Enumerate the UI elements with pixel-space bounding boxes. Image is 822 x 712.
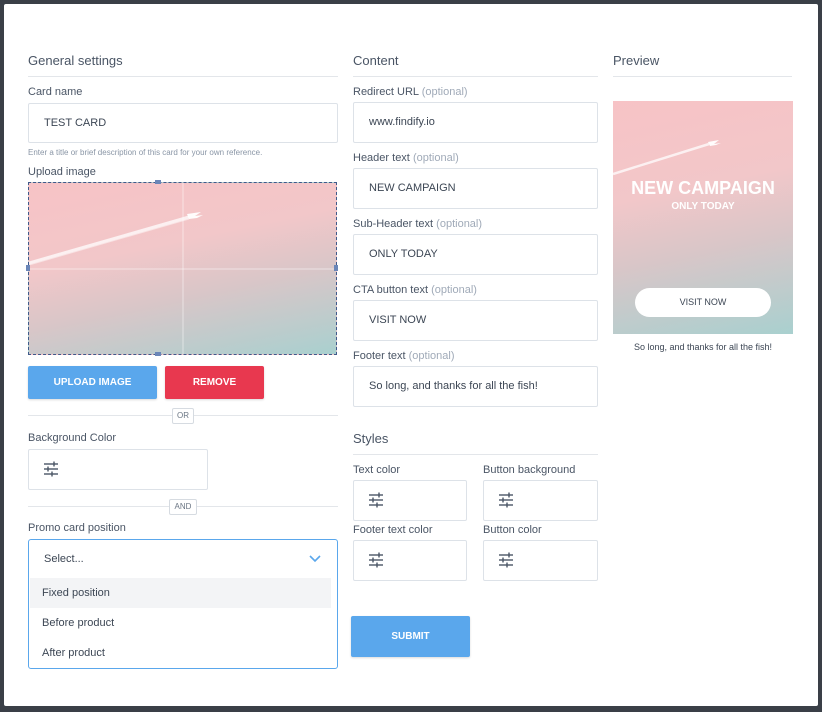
background-color-label: Background Color [28,432,117,444]
text-color-picker[interactable] [353,480,467,521]
preview-footer: So long, and thanks for all the fish! [633,342,773,352]
sliders-icon [44,461,58,477]
button-background-label: Button background [483,464,576,476]
subheader-text-label: Sub-Header text (optional) [353,218,482,230]
chevron-down-icon[interactable] [309,555,321,563]
footer-text-color-picker[interactable] [353,540,467,581]
and-tag: AND [169,499,197,515]
button-color-label: Button color [483,524,542,536]
header-text-value: NEW CAMPAIGN [369,182,456,194]
optional-tag: (optional) [421,86,468,98]
general-settings-rule [28,76,338,77]
redirect-url-value: www.findify.io [369,116,435,128]
redirect-url-label: Redirect URL (optional) [353,86,468,98]
header-text-label-text: Header text [353,152,410,164]
optional-tag: (optional) [408,350,455,362]
button-color-picker[interactable] [483,540,598,581]
crop-handle-top[interactable] [155,180,161,184]
optional-tag: (optional) [412,152,459,164]
header-text-label: Header text (optional) [353,152,459,164]
image-cropper[interactable] [28,182,337,355]
promo-position-dropdown[interactable]: Select... Fixed position Before product … [28,539,338,669]
sliders-icon [369,492,383,508]
styles-title: Styles [353,431,389,446]
footer-text-label: Footer text (optional) [353,350,455,362]
general-settings-title: General settings [28,53,123,68]
footer-text-value: So long, and thanks for all the fish! [369,380,538,392]
subheader-text-input[interactable]: ONLY TODAY [353,234,598,275]
footer-text-color-label: Footer text color [353,524,433,536]
upload-image-button[interactable]: UPLOAD IMAGE [28,366,157,399]
plane-image [29,183,336,354]
card-name-hint: Enter a title or brief description of th… [28,148,263,157]
optional-tag: (optional) [431,284,477,296]
redirect-url-input[interactable]: www.findify.io [353,102,598,143]
dropdown-placeholder: Select... [44,553,84,565]
text-color-label: Text color [353,464,401,476]
background-color-picker[interactable] [28,449,208,490]
preview-rule [613,76,792,77]
promo-position-label: Promo card position [28,522,126,534]
sliders-icon [369,552,383,568]
sliders-icon [499,552,513,568]
upload-image-label: Upload image [28,166,96,178]
footer-text-input[interactable]: So long, and thanks for all the fish! [353,366,598,407]
subheader-text-value: ONLY TODAY [369,248,438,260]
content-rule [353,76,598,77]
dropdown-option-before[interactable]: Before product [30,608,331,638]
cta-text-label-text: CTA button text [353,284,429,296]
card-name-value: TEST CARD [44,117,107,129]
optional-tag: (optional) [436,218,483,230]
dropdown-option-after[interactable]: After product [30,638,331,668]
dropdown-option-fixed[interactable]: Fixed position [30,578,331,608]
preview-subheader: ONLY TODAY [671,201,735,212]
preview-header: NEW CAMPAIGN [631,178,775,198]
footer-text-label-text: Footer text [353,350,406,362]
campaign-modal: General settings Card name TEST CARD Ent… [4,4,818,706]
cta-text-value: VISIT NOW [369,314,427,326]
card-name-label: Card name [28,86,83,98]
preview-cta-button: VISIT NOW [635,288,771,317]
crop-handle-left[interactable] [26,265,30,271]
preview-title: Preview [613,53,660,68]
cta-text-label: CTA button text (optional) [353,284,477,296]
content-title: Content [353,53,399,68]
remove-image-button[interactable]: REMOVE [165,366,264,399]
subheader-text-label-text: Sub-Header text [353,218,434,230]
preview-card: NEW CAMPAIGN ONLY TODAY VISIT NOW [613,101,793,334]
or-tag: OR [172,408,194,424]
header-text-input[interactable]: NEW CAMPAIGN [353,168,598,209]
submit-button[interactable]: SUBMIT [351,616,470,657]
cta-text-input[interactable]: VISIT NOW [353,300,598,341]
crop-handle-bottom[interactable] [155,352,161,356]
card-name-input[interactable]: TEST CARD [28,103,338,143]
styles-rule [353,454,598,455]
redirect-url-label-text: Redirect URL [353,86,419,98]
sliders-icon [499,492,513,508]
button-background-picker[interactable] [483,480,598,521]
crop-handle-right[interactable] [334,265,338,271]
